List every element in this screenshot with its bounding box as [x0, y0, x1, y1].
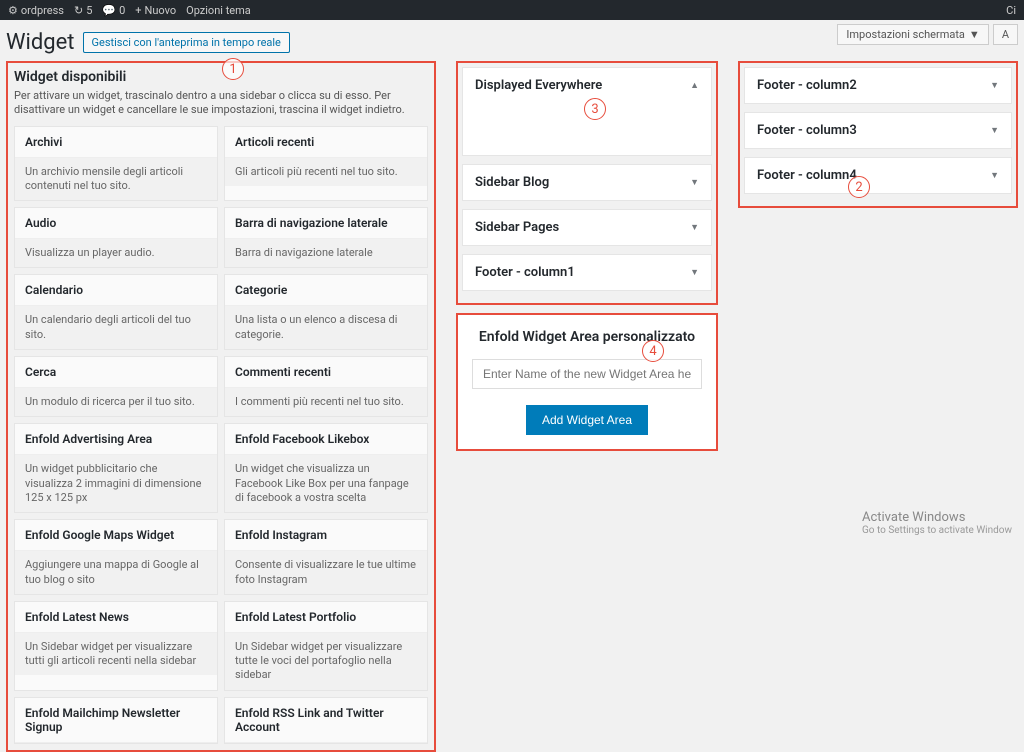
- widget-area-header[interactable]: Sidebar Pages ▼: [463, 210, 711, 245]
- admin-right: Ci: [1006, 4, 1016, 17]
- widget-item-title: Enfold Instagram: [225, 520, 427, 551]
- widget-item[interactable]: Articoli recentiGli articoli più recenti…: [224, 126, 428, 202]
- chevron-down-icon: ▼: [990, 80, 999, 91]
- page-title: Widget: [6, 30, 75, 55]
- widget-area: Sidebar Pages ▼: [462, 209, 712, 246]
- widget-item-title: Calendario: [15, 275, 217, 306]
- widget-item-desc: Un Sidebar widget per visualizzare tutte…: [225, 633, 427, 690]
- widget-area: Sidebar Blog ▼: [462, 164, 712, 201]
- widget-item[interactable]: Enfold RSS Link and Twitter Account: [224, 697, 428, 744]
- widget-item-desc: Un modulo di ricerca per il tuo sito.: [15, 388, 217, 416]
- widget-item-desc: Un widget che visualizza un Facebook Lik…: [225, 455, 427, 512]
- chevron-down-icon: ▼: [990, 125, 999, 136]
- widget-area: Footer - column2 ▼: [744, 67, 1012, 104]
- wp-logo[interactable]: ⚙ ordpress: [8, 4, 64, 17]
- comments-icon[interactable]: 💬 0: [102, 4, 125, 17]
- widget-item-desc: Un calendario degli articoli del tuo sit…: [15, 306, 217, 349]
- widget-item[interactable]: Enfold Google Maps WidgetAggiungere una …: [14, 519, 218, 595]
- screen-options-button[interactable]: Impostazioni schermata ▼: [837, 24, 988, 45]
- widget-item-title: Enfold Advertising Area: [15, 424, 217, 455]
- widget-item-title: Audio: [15, 208, 217, 239]
- widget-item-desc: Aggiungere una mappa di Google al tuo bl…: [15, 551, 217, 594]
- widget-item[interactable]: Enfold Advertising AreaUn widget pubblic…: [14, 423, 218, 513]
- widget-item-title: Articoli recenti: [225, 127, 427, 158]
- widget-item-desc: Gli articoli più recenti nel tuo sito.: [225, 158, 427, 186]
- widget-area-label: Sidebar Pages: [475, 220, 559, 235]
- widget-area-header[interactable]: Footer - column4 ▼: [745, 158, 1011, 193]
- widget-item-title: Enfold Facebook Likebox: [225, 424, 427, 455]
- widget-item-desc: Una lista o un elenco a discesa di categ…: [225, 306, 427, 349]
- chevron-down-icon: ▼: [969, 28, 980, 41]
- widget-item[interactable]: Enfold Mailchimp Newsletter Signup: [14, 697, 218, 744]
- annotation-2: 2: [848, 176, 870, 198]
- widget-item-title: Barra di navigazione laterale: [225, 208, 427, 239]
- widget-item[interactable]: CalendarioUn calendario degli articoli d…: [14, 274, 218, 350]
- add-widget-area-button[interactable]: Add Widget Area: [526, 405, 648, 435]
- available-widgets-title: Widget disponibili: [14, 69, 428, 85]
- widget-item[interactable]: Commenti recentiI commenti più recenti n…: [224, 356, 428, 417]
- widget-area-header[interactable]: Sidebar Blog ▼: [463, 165, 711, 200]
- widget-area-label: Footer - column2: [757, 78, 857, 93]
- theme-options-link[interactable]: Opzioni tema: [186, 4, 251, 17]
- widget-area: Footer - column4 ▼: [744, 157, 1012, 194]
- chevron-icon: ▼: [690, 177, 699, 188]
- available-widgets-desc: Per attivare un widget, trascinalo dentr…: [14, 89, 428, 118]
- widget-item-desc: Visualizza un player audio.: [15, 239, 217, 267]
- widget-area: Footer - column3 ▼: [744, 112, 1012, 149]
- widget-area: Footer - column1 ▼: [462, 254, 712, 291]
- widget-item-desc: Un Sidebar widget per visualizzare tutti…: [15, 633, 217, 676]
- widget-item-desc: Consente di visualizzare le tue ultime f…: [225, 551, 427, 594]
- widget-area-label: Sidebar Blog: [475, 175, 549, 190]
- widget-area-header[interactable]: Footer - column1 ▼: [463, 255, 711, 290]
- new-link[interactable]: + Nuovo: [135, 4, 176, 17]
- widget-item-title: Enfold Google Maps Widget: [15, 520, 217, 551]
- widget-item[interactable]: CategorieUna lista o un elenco a discesa…: [224, 274, 428, 350]
- widget-item[interactable]: Enfold Latest PortfolioUn Sidebar widget…: [224, 601, 428, 691]
- widget-item[interactable]: Enfold InstagramConsente di visualizzare…: [224, 519, 428, 595]
- updates-icon[interactable]: ↻ 5: [74, 4, 92, 17]
- widget-area-label: Displayed Everywhere: [475, 78, 602, 93]
- windows-watermark: Activate Windows Go to Settings to activ…: [862, 510, 1012, 536]
- widget-item-desc: Un archivio mensile degli articoli conte…: [15, 158, 217, 201]
- chevron-icon: ▼: [690, 267, 699, 278]
- widget-item[interactable]: Enfold Facebook LikeboxUn widget che vis…: [224, 423, 428, 513]
- chevron-icon: ▼: [690, 222, 699, 233]
- widget-item-title: Archivi: [15, 127, 217, 158]
- annotation-4: 4: [642, 340, 664, 362]
- widget-area-label: Footer - column3: [757, 123, 857, 138]
- widget-area-label: Footer - column4: [757, 168, 857, 183]
- widget-item-title: Cerca: [15, 357, 217, 388]
- chevron-icon: ▲: [690, 80, 699, 91]
- widget-item[interactable]: CercaUn modulo di ricerca per il tuo sit…: [14, 356, 218, 417]
- widget-areas-group-1: Displayed Everywhere▲Sidebar Blog▼Sideba…: [456, 61, 718, 305]
- help-button[interactable]: A: [993, 24, 1018, 45]
- widget-item-desc: Un widget pubblicitario che visualizza 2…: [15, 455, 217, 512]
- widget-item-title: Enfold Mailchimp Newsletter Signup: [15, 698, 217, 743]
- widget-area-header[interactable]: Footer - column3 ▼: [745, 113, 1011, 148]
- widget-item-title: Categorie: [225, 275, 427, 306]
- widget-area-header[interactable]: Displayed Everywhere ▲: [463, 68, 711, 103]
- custom-area-title: Enfold Widget Area personalizzato: [472, 329, 702, 345]
- chevron-down-icon: ▼: [990, 170, 999, 181]
- widget-item[interactable]: ArchiviUn archivio mensile degli articol…: [14, 126, 218, 202]
- widget-item[interactable]: AudioVisualizza un player audio.: [14, 207, 218, 268]
- widget-item[interactable]: Enfold Latest NewsUn Sidebar widget per …: [14, 601, 218, 691]
- widget-item-desc: I commenti più recenti nel tuo sito.: [225, 388, 427, 416]
- custom-area-name-input[interactable]: [472, 359, 702, 389]
- widget-item[interactable]: Barra di navigazione lateraleBarra di na…: [224, 207, 428, 268]
- available-widgets-panel: Widget disponibili Per attivare un widge…: [6, 61, 436, 752]
- widget-item-title: Commenti recenti: [225, 357, 427, 388]
- admin-bar: ⚙ ordpress ↻ 5 💬 0 + Nuovo Opzioni tema …: [0, 0, 1024, 20]
- widget-areas-group-2: Footer - column2▼Footer - column3▼Footer…: [738, 61, 1018, 208]
- widget-item-desc: Barra di navigazione laterale: [225, 239, 427, 267]
- widget-area-label: Footer - column1: [475, 265, 575, 280]
- custom-widget-area-panel: Enfold Widget Area personalizzato Add Wi…: [456, 313, 718, 451]
- annotation-1: 1: [222, 58, 244, 80]
- widget-area-header[interactable]: Footer - column2 ▼: [745, 68, 1011, 103]
- widget-item-title: Enfold Latest Portfolio: [225, 602, 427, 633]
- widget-item-title: Enfold RSS Link and Twitter Account: [225, 698, 427, 743]
- live-preview-button[interactable]: Gestisci con l'anteprima in tempo reale: [83, 32, 290, 53]
- widget-item-title: Enfold Latest News: [15, 602, 217, 633]
- annotation-3: 3: [584, 98, 606, 120]
